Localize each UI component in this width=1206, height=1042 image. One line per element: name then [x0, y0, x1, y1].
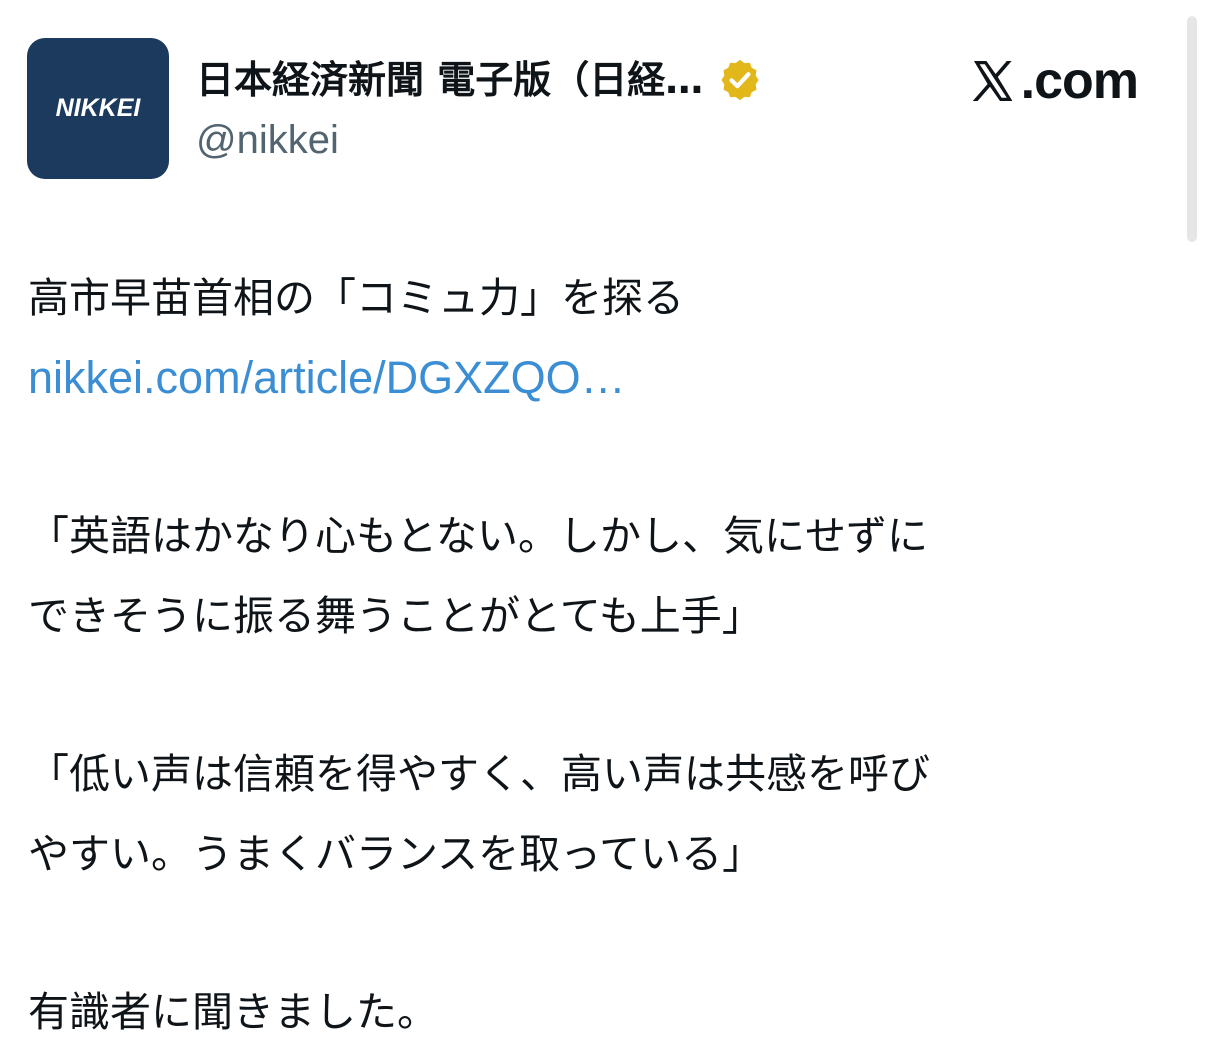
- display-name-row[interactable]: 日本経済新聞 電子版（日経…: [196, 52, 763, 108]
- site-domain-label: .com: [1020, 52, 1139, 110]
- quote-1-line-1: 「英語はかなり心もとない。しかし、気にせずに: [28, 512, 928, 560]
- quote-2-line-2: やすい。うまくバランスを取っている」: [28, 830, 764, 878]
- tweet-text: 高市早苗首相の「コミュ力」を探る nikkei.com/article/DGXZ…: [28, 258, 1158, 1042]
- tweet-headline: 高市早苗首相の「コミュ力」を探る: [28, 274, 684, 322]
- article-link[interactable]: nikkei.com/article/DGXZQO…: [28, 352, 626, 403]
- avatar-logo-text: NIKKEI: [55, 94, 141, 122]
- article-link-line: nikkei.com/article/DGXZQO…: [28, 338, 1158, 418]
- account-handle[interactable]: @nikkei: [196, 112, 339, 168]
- avatar[interactable]: NIKKEI: [27, 38, 169, 179]
- quote-1-line-2: できそうに振る舞うことがとても上手」: [28, 592, 763, 640]
- x-com-logo[interactable]: .com: [969, 46, 1139, 116]
- scrollbar[interactable]: [1187, 16, 1197, 242]
- display-name[interactable]: 日本経済新聞 電子版（日経…: [196, 52, 703, 108]
- tweet-closing: 有識者に聞きました。: [28, 988, 438, 1036]
- quote-2-line-1: 「低い声は信頼を得やすく、高い声は共感を呼び: [28, 750, 930, 798]
- x-logo-icon: [972, 61, 1013, 101]
- verified-badge-icon: [721, 59, 759, 101]
